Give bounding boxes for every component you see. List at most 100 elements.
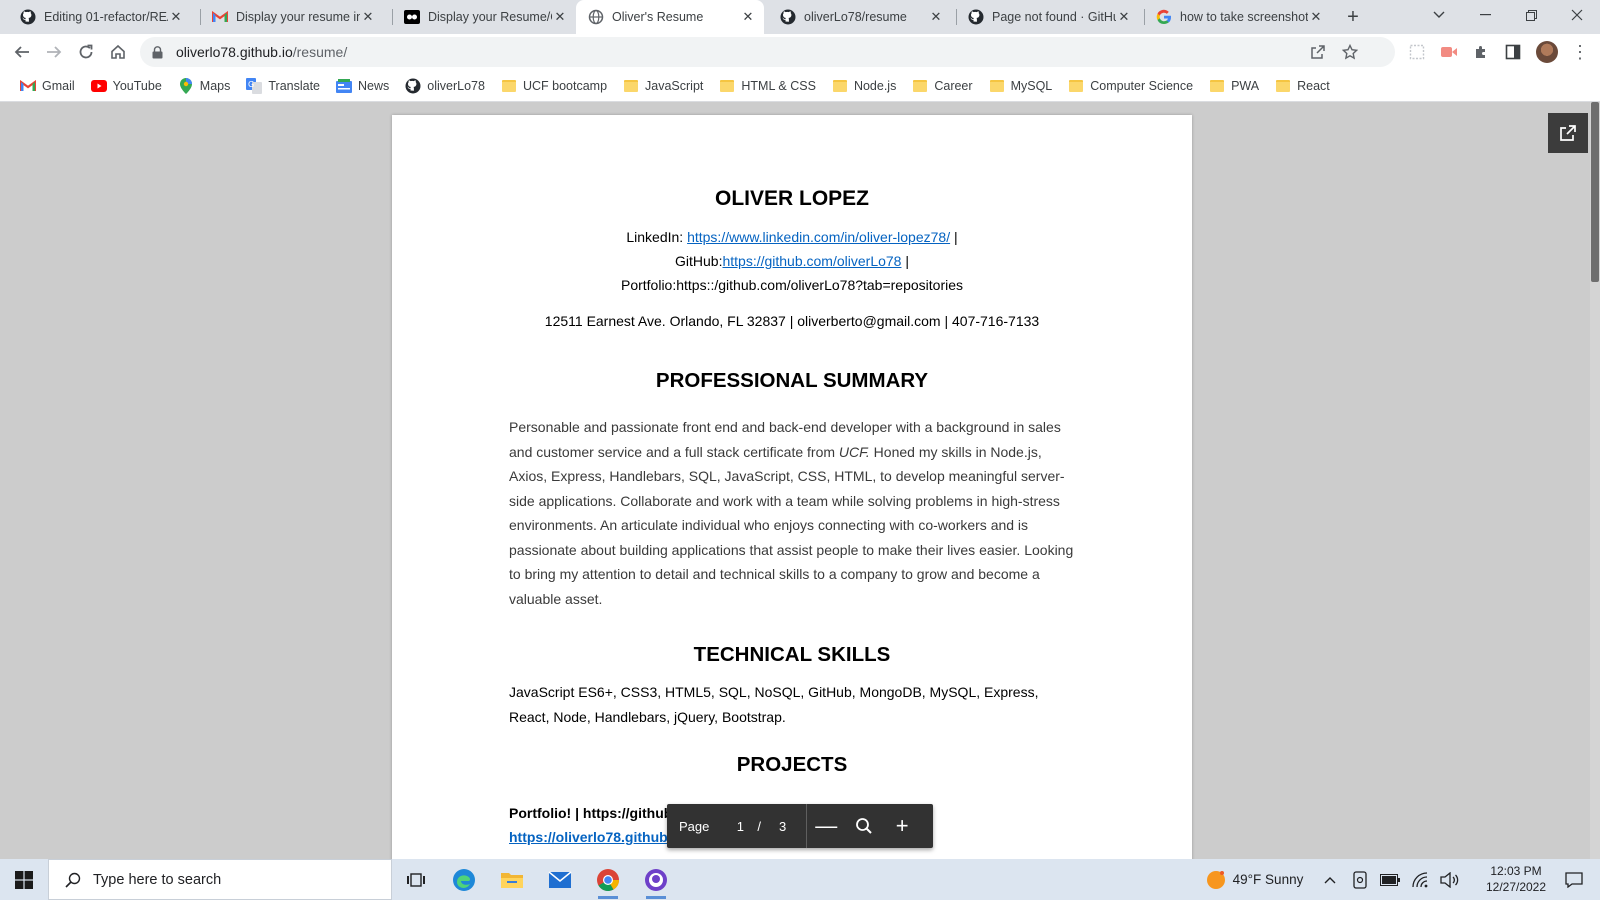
extension-record-icon[interactable] bbox=[1438, 41, 1460, 63]
zoom-reset-button[interactable] bbox=[845, 804, 883, 848]
folder-icon bbox=[1275, 78, 1291, 94]
start-button[interactable] bbox=[0, 859, 48, 900]
bookmark-folder-mysql[interactable]: MySQL bbox=[983, 73, 1059, 99]
extensions-puzzle-icon[interactable] bbox=[1470, 41, 1492, 63]
page-number-input[interactable]: 1 bbox=[729, 819, 751, 834]
close-icon[interactable]: ✕ bbox=[552, 9, 568, 25]
linkedin-link[interactable]: https://www.linkedin.com/in/oliver-lopez… bbox=[687, 229, 950, 245]
summary-emphasis: UCF. bbox=[838, 443, 870, 460]
side-panel-icon[interactable] bbox=[1502, 41, 1524, 63]
taskbar-edge[interactable] bbox=[440, 859, 488, 900]
taskbar-search-input[interactable]: Type here to search bbox=[48, 859, 392, 900]
page-label: Page bbox=[679, 818, 710, 834]
tab-search-button[interactable] bbox=[1416, 0, 1462, 30]
tab-display-resume-video[interactable]: Display your Resume/C ✕ bbox=[392, 0, 576, 34]
new-tab-button[interactable]: + bbox=[1341, 5, 1365, 29]
restore-button[interactable] bbox=[1508, 0, 1554, 30]
github-icon bbox=[780, 9, 796, 25]
reload-button[interactable] bbox=[72, 38, 100, 66]
bookmark-folder-computer-science[interactable]: Computer Science bbox=[1062, 73, 1199, 99]
bookmark-label: JavaScript bbox=[645, 78, 704, 93]
tab-page-not-found[interactable]: Page not found · GitHu ✕ bbox=[956, 0, 1140, 34]
open-external-icon bbox=[1560, 125, 1576, 141]
taskbar-github-desktop[interactable] bbox=[632, 859, 680, 900]
show-hidden-icons-button[interactable] bbox=[1318, 859, 1342, 900]
close-icon[interactable]: ✕ bbox=[740, 9, 756, 25]
notifications-button[interactable] bbox=[1558, 859, 1590, 900]
bookmarks-bar: Gmail YouTube Maps G Translate News oliv… bbox=[0, 70, 1600, 102]
bookmark-translate[interactable]: G Translate bbox=[240, 73, 326, 99]
close-icon[interactable]: ✕ bbox=[928, 9, 944, 25]
profile-avatar[interactable] bbox=[1536, 41, 1558, 63]
forward-button[interactable] bbox=[40, 38, 68, 66]
bookmark-label: Node.js bbox=[853, 78, 897, 93]
back-arrow-icon bbox=[14, 46, 29, 58]
scrollbar-thumb[interactable] bbox=[1591, 102, 1599, 282]
chrome-icon bbox=[597, 868, 619, 891]
taskbar-clock[interactable]: 12:03 PM 12/27/2022 bbox=[1476, 863, 1556, 895]
taskbar-chrome[interactable] bbox=[584, 859, 632, 900]
gmail-icon bbox=[20, 78, 36, 94]
tab-olivers-resume[interactable]: Oliver's Resume ✕ bbox=[576, 0, 764, 34]
search-icon bbox=[63, 872, 83, 888]
bookmark-folder-javascript[interactable]: JavaScript bbox=[617, 73, 709, 99]
weather-widget[interactable]: 49°F Sunny bbox=[1204, 859, 1304, 900]
lock-icon bbox=[152, 45, 166, 59]
sun-icon bbox=[1206, 870, 1225, 889]
task-view-button[interactable] bbox=[392, 859, 440, 900]
pdf-page-controls: Page 1 / 3 — + bbox=[667, 804, 933, 848]
minimize-button[interactable] bbox=[1462, 0, 1508, 30]
address-bar[interactable]: oliverlo78.github.io/resume/ bbox=[140, 37, 1395, 67]
edge-icon bbox=[453, 868, 475, 891]
battery-indicator[interactable] bbox=[1376, 859, 1404, 900]
close-icon[interactable]: ✕ bbox=[1116, 9, 1132, 25]
close-window-button[interactable] bbox=[1554, 0, 1600, 30]
tab-display-resume-gmail[interactable]: Display your resume in ✕ bbox=[200, 0, 384, 34]
zoom-magnifier-icon bbox=[856, 818, 872, 834]
tray-app-icon[interactable] bbox=[1346, 859, 1374, 900]
close-icon[interactable]: ✕ bbox=[360, 9, 376, 25]
folder-icon bbox=[989, 78, 1005, 94]
bookmark-news[interactable]: News bbox=[330, 73, 395, 99]
zoom-in-button[interactable]: + bbox=[883, 804, 921, 848]
linkedin-label: LinkedIn: bbox=[626, 229, 684, 245]
folder-icon bbox=[623, 78, 639, 94]
taskbar-file-explorer[interactable] bbox=[488, 859, 536, 900]
close-icon[interactable]: ✕ bbox=[1308, 9, 1324, 25]
bookmark-youtube[interactable]: YouTube bbox=[85, 73, 168, 99]
recording-icon bbox=[404, 9, 420, 25]
zoom-out-button[interactable]: — bbox=[807, 804, 845, 848]
bookmark-star-icon[interactable] bbox=[1340, 42, 1360, 62]
bookmark-folder-react[interactable]: React bbox=[1269, 73, 1336, 99]
volume-indicator[interactable] bbox=[1436, 859, 1464, 900]
kebab-menu-icon[interactable]: ⋮ bbox=[1570, 41, 1590, 63]
tab-how-to-screenshot[interactable]: how to take screenshot ✕ bbox=[1144, 0, 1332, 34]
bookmark-maps[interactable]: Maps bbox=[172, 73, 237, 99]
open-in-new-window-button[interactable] bbox=[1548, 113, 1588, 153]
back-button[interactable] bbox=[8, 38, 36, 66]
close-icon[interactable]: ✕ bbox=[168, 9, 184, 25]
extension-screenshot-icon[interactable] bbox=[1406, 41, 1428, 63]
share-icon[interactable] bbox=[1308, 42, 1328, 62]
github-icon bbox=[20, 9, 36, 25]
tab-editing-refactor[interactable]: Editing 01-refactor/REA ✕ bbox=[8, 0, 192, 34]
reload-icon bbox=[79, 44, 93, 59]
bookmark-folder-ucf-bootcamp[interactable]: UCF bootcamp bbox=[495, 73, 613, 99]
network-indicator[interactable] bbox=[1406, 859, 1434, 900]
tab-oliverlo78-resume[interactable]: oliverLo78/resume ✕ bbox=[768, 0, 952, 34]
bookmark-oliverlo78[interactable]: oliverLo78 bbox=[399, 73, 491, 99]
globe-icon bbox=[588, 9, 604, 25]
bookmark-folder-pwa[interactable]: PWA bbox=[1203, 73, 1265, 99]
bookmark-folder-html-css[interactable]: HTML & CSS bbox=[713, 73, 822, 99]
summary-text-end: Honed my skills in Node.js, Axios, Expre… bbox=[509, 443, 1074, 607]
tab-title: Editing 01-refactor/REA bbox=[44, 10, 168, 24]
github-link[interactable]: https://github.com/oliverLo78 bbox=[722, 253, 901, 269]
search-placeholder: Type here to search bbox=[93, 871, 222, 888]
bookmark-gmail[interactable]: Gmail bbox=[14, 73, 81, 99]
taskbar-mail[interactable] bbox=[536, 859, 584, 900]
home-button[interactable] bbox=[104, 38, 132, 66]
pdf-viewer[interactable]: OLIVER LOPEZ LinkedIn: https://www.linke… bbox=[0, 102, 1600, 859]
bookmark-folder-career[interactable]: Career bbox=[906, 73, 978, 99]
bookmark-label: Computer Science bbox=[1090, 78, 1194, 93]
bookmark-folder-nodejs[interactable]: Node.js bbox=[826, 73, 902, 99]
